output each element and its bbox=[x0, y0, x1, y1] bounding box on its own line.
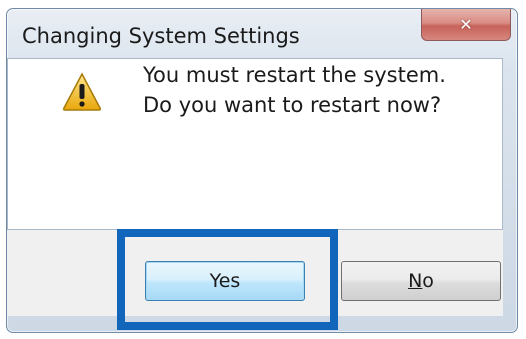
yes-button-label: Yes bbox=[209, 270, 241, 292]
warning-icon bbox=[62, 72, 102, 111]
screenshot: Changing System Settings ✕ You must rest… bbox=[0, 0, 526, 339]
no-button-label-rest: o bbox=[422, 270, 434, 292]
yes-button[interactable]: Yes bbox=[145, 261, 305, 301]
no-button-mnemonic: N bbox=[408, 270, 423, 292]
message-line-2: Do you want to restart now? bbox=[143, 93, 442, 117]
close-button[interactable]: ✕ bbox=[421, 9, 511, 41]
close-icon: ✕ bbox=[459, 14, 473, 34]
message-line-1: You must restart the system. bbox=[143, 63, 446, 87]
dialog-message: You must restart the system. Do you want… bbox=[143, 60, 446, 120]
window-title: Changing System Settings bbox=[22, 24, 300, 48]
no-button[interactable]: No bbox=[341, 261, 501, 301]
